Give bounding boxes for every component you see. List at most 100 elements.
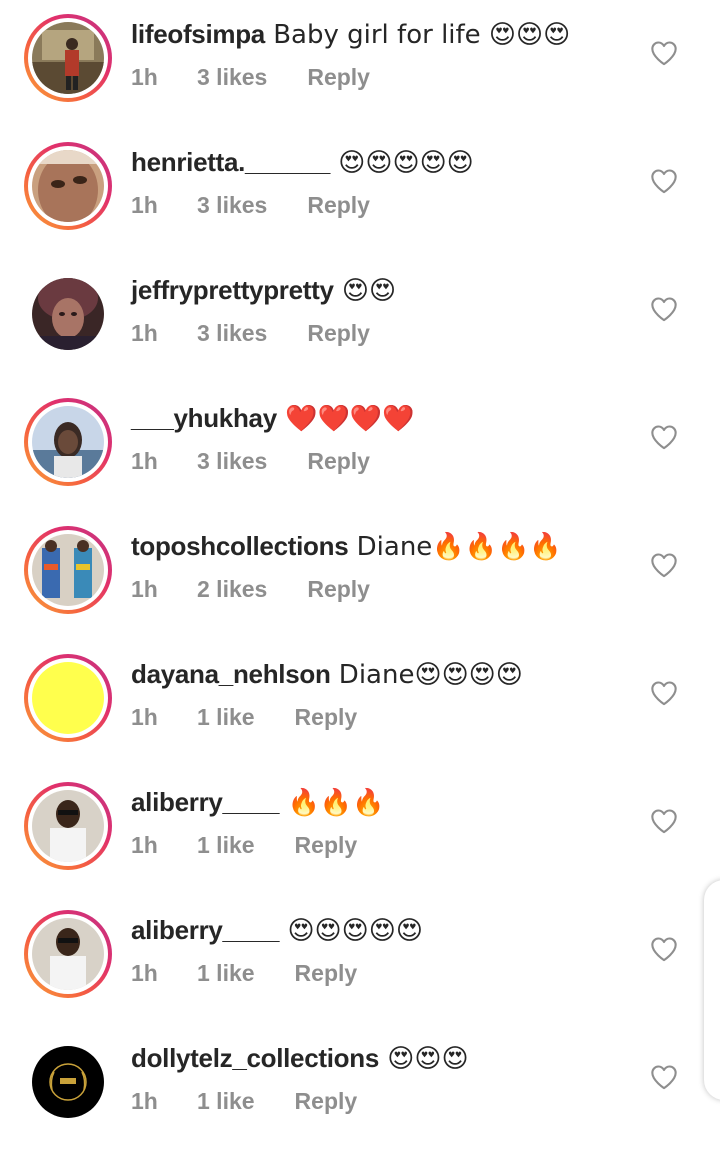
reply-button[interactable]: Reply xyxy=(307,62,370,92)
comment-line: aliberry____ 😍😍😍😍😍 xyxy=(131,912,423,949)
comment-time: 1h xyxy=(131,576,158,602)
comment-item: aliberry____ 🔥🔥🔥 1h 1 like Reply xyxy=(0,768,720,896)
comment-meta: 1h 3 likes Reply xyxy=(131,190,370,220)
reply-button[interactable]: Reply xyxy=(295,702,358,732)
comment-line: dollytelz_collections 😍😍😍 xyxy=(131,1040,469,1077)
avatar-image xyxy=(32,790,104,862)
comment-text: Diane😍😍😍😍 xyxy=(330,660,523,690)
comment-item: dollytelz_collections 😍😍😍 1h 1 like Reply xyxy=(0,1024,720,1152)
reply-button[interactable]: Reply xyxy=(307,574,370,604)
heart-outline-icon[interactable] xyxy=(650,552,678,578)
comment-meta: 1h 3 likes Reply xyxy=(131,446,370,476)
comment-time: 1h xyxy=(131,960,158,986)
avatar-image xyxy=(32,22,104,94)
heart-outline-icon[interactable] xyxy=(650,936,678,962)
comment-username[interactable]: ___yhukhay xyxy=(131,403,277,433)
comment-likes[interactable]: 3 likes xyxy=(197,446,267,476)
comment-time: 1h xyxy=(131,1088,158,1114)
comment-time: 1h xyxy=(131,704,158,730)
comment-meta: 1h 1 like Reply xyxy=(131,830,357,860)
comment-likes[interactable]: 1 like xyxy=(197,1086,255,1116)
comment-likes[interactable]: 2 likes xyxy=(197,574,267,604)
comment-username[interactable]: jeffryprettypretty xyxy=(131,275,334,305)
heart-outline-icon[interactable] xyxy=(650,424,678,450)
reply-button[interactable]: Reply xyxy=(295,1086,358,1116)
comment-line: lifeofsimpa Baby girl for life 😍😍😍 xyxy=(131,16,570,53)
comment-likes[interactable]: 3 likes xyxy=(197,62,267,92)
avatar[interactable] xyxy=(24,654,112,742)
avatar-image xyxy=(32,662,104,734)
comment-likes[interactable]: 1 like xyxy=(197,702,255,732)
comment-text: 😍😍 xyxy=(333,276,397,306)
comment-meta: 1h 3 likes Reply xyxy=(131,62,370,92)
comment-username[interactable]: dayana_nehlson xyxy=(131,659,331,689)
comment-text: 😍😍😍😍😍 xyxy=(279,916,423,946)
edge-panel-handle[interactable] xyxy=(704,880,720,1100)
avatar-image xyxy=(32,278,104,350)
comment-item: dayana_nehlson Diane😍😍😍😍 1h 1 like Reply xyxy=(0,640,720,768)
comment-username[interactable]: aliberry____ xyxy=(131,915,279,945)
avatar[interactable] xyxy=(24,398,112,486)
reply-button[interactable]: Reply xyxy=(295,830,358,860)
avatar-image xyxy=(32,918,104,990)
comment-item: lifeofsimpa Baby girl for life 😍😍😍 1h 3 l… xyxy=(0,0,720,128)
reply-button[interactable]: Reply xyxy=(307,190,370,220)
comment-text: 😍😍😍😍😍 xyxy=(330,148,474,178)
comment-meta: 1h 3 likes Reply xyxy=(131,318,370,348)
heart-outline-icon[interactable] xyxy=(650,1064,678,1090)
comment-line: toposhcollections Diane🔥🔥🔥🔥 xyxy=(131,528,562,565)
avatar[interactable] xyxy=(24,526,112,614)
avatar-image xyxy=(32,534,104,606)
comment-line: ___yhukhay ❤️❤️❤️❤️ xyxy=(131,400,415,437)
comment-time: 1h xyxy=(131,192,158,218)
comment-meta: 1h 1 like Reply xyxy=(131,958,357,988)
comment-likes[interactable]: 1 like xyxy=(197,830,255,860)
comment-text: ❤️❤️❤️❤️ xyxy=(276,404,415,434)
heart-outline-icon[interactable] xyxy=(650,808,678,834)
comment-time: 1h xyxy=(131,448,158,474)
comment-meta: 1h 2 likes Reply xyxy=(131,574,370,604)
avatar[interactable] xyxy=(24,142,112,230)
avatar[interactable] xyxy=(24,910,112,998)
avatar[interactable] xyxy=(24,270,112,358)
comment-username[interactable]: aliberry____ xyxy=(131,787,279,817)
comment-item: aliberry____ 😍😍😍😍😍 1h 1 like Reply xyxy=(0,896,720,1024)
comment-username[interactable]: dollytelz_collections xyxy=(131,1043,379,1073)
reply-button[interactable]: Reply xyxy=(307,318,370,348)
heart-outline-icon[interactable] xyxy=(650,680,678,706)
comment-text: Diane🔥🔥🔥🔥 xyxy=(348,532,562,562)
comment-username[interactable]: lifeofsimpa xyxy=(131,19,265,49)
comment-time: 1h xyxy=(131,320,158,346)
comment-username[interactable]: henrietta.______ xyxy=(131,147,330,177)
comments-list: lifeofsimpa Baby girl for life 😍😍😍 1h 3 l… xyxy=(0,0,720,1152)
avatar[interactable] xyxy=(24,1038,112,1126)
comment-likes[interactable]: 3 likes xyxy=(197,318,267,348)
heart-outline-icon[interactable] xyxy=(650,168,678,194)
comment-item: ___yhukhay ❤️❤️❤️❤️ 1h 3 likes Reply xyxy=(0,384,720,512)
reply-button[interactable]: Reply xyxy=(295,958,358,988)
comment-item: toposhcollections Diane🔥🔥🔥🔥 1h 2 likes Rep… xyxy=(0,512,720,640)
comment-item: jeffryprettypretty 😍😍 1h 3 likes Reply xyxy=(0,256,720,384)
comment-text: 🔥🔥🔥 xyxy=(279,788,385,818)
heart-outline-icon[interactable] xyxy=(650,296,678,322)
avatar-image xyxy=(32,1046,104,1118)
comment-line: dayana_nehlson Diane😍😍😍😍 xyxy=(131,656,523,693)
avatar[interactable] xyxy=(24,782,112,870)
comment-meta: 1h 1 like Reply xyxy=(131,1086,357,1116)
comment-time: 1h xyxy=(131,64,158,90)
comment-item: henrietta.______ 😍😍😍😍😍 1h 3 likes Reply xyxy=(0,128,720,256)
comment-line: jeffryprettypretty 😍😍 xyxy=(131,272,396,309)
heart-outline-icon[interactable] xyxy=(650,40,678,66)
comment-meta: 1h 1 like Reply xyxy=(131,702,357,732)
comment-likes[interactable]: 1 like xyxy=(197,958,255,988)
comment-time: 1h xyxy=(131,832,158,858)
comment-text: Baby girl for life 😍😍😍 xyxy=(264,20,571,50)
comment-line: aliberry____ 🔥🔥🔥 xyxy=(131,784,385,821)
comment-text: 😍😍😍 xyxy=(379,1044,469,1074)
comment-likes[interactable]: 3 likes xyxy=(197,190,267,220)
avatar[interactable] xyxy=(24,14,112,102)
comment-username[interactable]: toposhcollections xyxy=(131,531,349,561)
comment-line: henrietta.______ 😍😍😍😍😍 xyxy=(131,144,474,181)
reply-button[interactable]: Reply xyxy=(307,446,370,476)
avatar-image xyxy=(32,150,104,222)
